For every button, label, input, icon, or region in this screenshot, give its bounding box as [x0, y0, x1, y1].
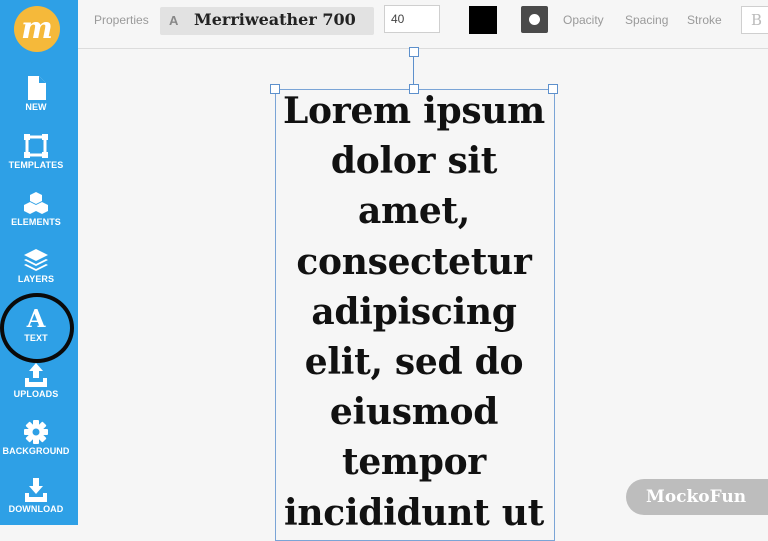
sidebar-item-label: LAYERS	[17, 274, 55, 284]
sidebar-item-download[interactable]: DOWNLOAD	[0, 478, 72, 514]
sidebar-item-templates[interactable]: TEMPLATES	[0, 134, 72, 170]
gear-icon	[24, 420, 48, 444]
sidebar-item-new[interactable]: NEW	[0, 76, 72, 112]
sidebar-item-text[interactable]: A TEXT	[0, 305, 72, 343]
stroke-button[interactable]: Stroke	[687, 13, 722, 27]
app-logo[interactable]: m	[14, 6, 60, 52]
canvas-text-block[interactable]: Lorem ipsum dolor sit amet, consectetur …	[277, 86, 551, 538]
shadow-button[interactable]	[521, 6, 548, 33]
mockofun-watermark: MockoFun	[626, 479, 768, 515]
font-name: Merriweather 700	[194, 10, 356, 29]
svg-text:A: A	[26, 305, 46, 331]
sidebar-item-layers[interactable]: LAYERS	[0, 248, 72, 284]
sidebar-item-label: BACKGROUND	[2, 446, 70, 456]
sidebar-item-label: ELEMENTS	[11, 217, 61, 227]
rotate-handle[interactable]	[409, 47, 419, 57]
sidebar-item-background[interactable]: BACKGROUND	[0, 420, 72, 456]
font-size-input[interactable]: 40	[384, 5, 440, 33]
sidebar-item-elements[interactable]: ELEMENTS	[0, 191, 72, 227]
sidebar: m NEW TEMPLATES ELEMENTS LAYERS A TEXT U…	[0, 0, 78, 525]
new-file-icon	[28, 76, 46, 100]
text-icon: A	[26, 305, 46, 331]
sidebar-item-label: NEW	[25, 102, 47, 112]
sidebar-item-label: TEMPLATES	[8, 160, 64, 170]
elements-icon	[24, 192, 48, 214]
logo-letter: m	[21, 11, 53, 46]
layers-icon	[24, 249, 48, 271]
font-icon: A	[169, 13, 179, 28]
bold-button[interactable]: B	[741, 6, 768, 34]
properties-label: Properties	[94, 13, 149, 27]
sidebar-item-label: TEXT	[24, 333, 48, 343]
download-icon	[25, 478, 47, 502]
spacing-button[interactable]: Spacing	[625, 13, 668, 27]
upload-icon	[25, 363, 47, 387]
properties-toolbar: Properties A Merriweather 700 40 Opacity…	[78, 0, 768, 49]
text-color-swatch[interactable]	[469, 6, 497, 34]
font-family-select[interactable]: A Merriweather 700	[160, 7, 374, 35]
opacity-button[interactable]: Opacity	[563, 13, 604, 27]
sidebar-item-label: UPLOADS	[13, 389, 59, 399]
sidebar-item-uploads[interactable]: UPLOADS	[0, 363, 72, 399]
sidebar-item-label: DOWNLOAD	[8, 504, 64, 514]
templates-icon	[24, 134, 48, 158]
